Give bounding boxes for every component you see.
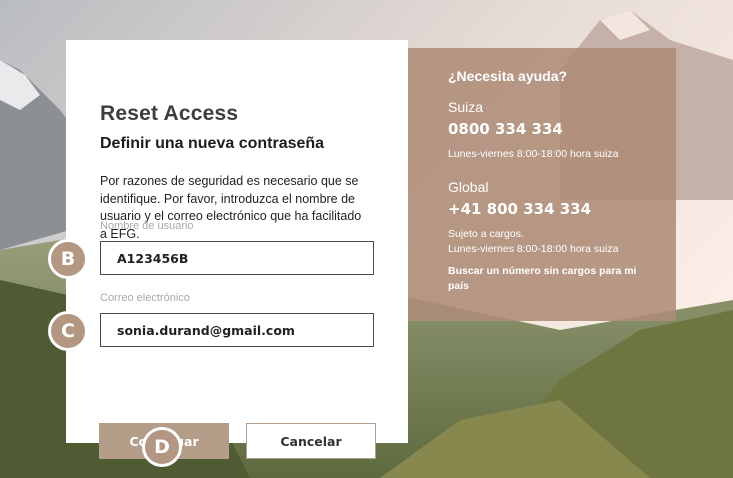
cancel-button[interactable]: Cancelar (246, 423, 376, 459)
email-input[interactable] (100, 313, 374, 347)
reset-access-card: Reset Access Definir una nueva contraseñ… (66, 40, 408, 459)
switzerland-hours: Lunes-viernes 8:00-18:00 hora suiza (448, 148, 619, 160)
switzerland-region: Suiza (448, 99, 484, 115)
global-charges-note: Sujeto a cargos. (448, 228, 524, 240)
global-hours: Lunes-viernes 8:00-18:00 hora suiza (448, 243, 619, 255)
toll-free-number-link[interactable]: Buscar un número sin cargos para mi país (448, 264, 648, 294)
email-label: Correo electrónico (100, 292, 190, 304)
global-region: Global (448, 179, 489, 195)
help-title: ¿Necesita ayuda? (448, 68, 568, 84)
global-phone[interactable]: +41 800 334 334 (448, 200, 591, 218)
username-label: Nombre de usuario (100, 220, 194, 232)
step-marker-c: C (48, 311, 88, 351)
page-subtitle: Definir una nueva contraseña (100, 135, 325, 152)
step-marker-b: B (48, 239, 88, 279)
page-title: Reset Access (100, 102, 239, 125)
help-panel: ¿Necesita ayuda? Suiza 0800 334 334 Lune… (408, 48, 676, 321)
switzerland-phone[interactable]: 0800 334 334 (448, 120, 563, 138)
security-description: Por razones de seguridad es necesario qu… (100, 174, 362, 241)
step-marker-d: D (142, 427, 182, 467)
username-input[interactable] (100, 241, 374, 275)
